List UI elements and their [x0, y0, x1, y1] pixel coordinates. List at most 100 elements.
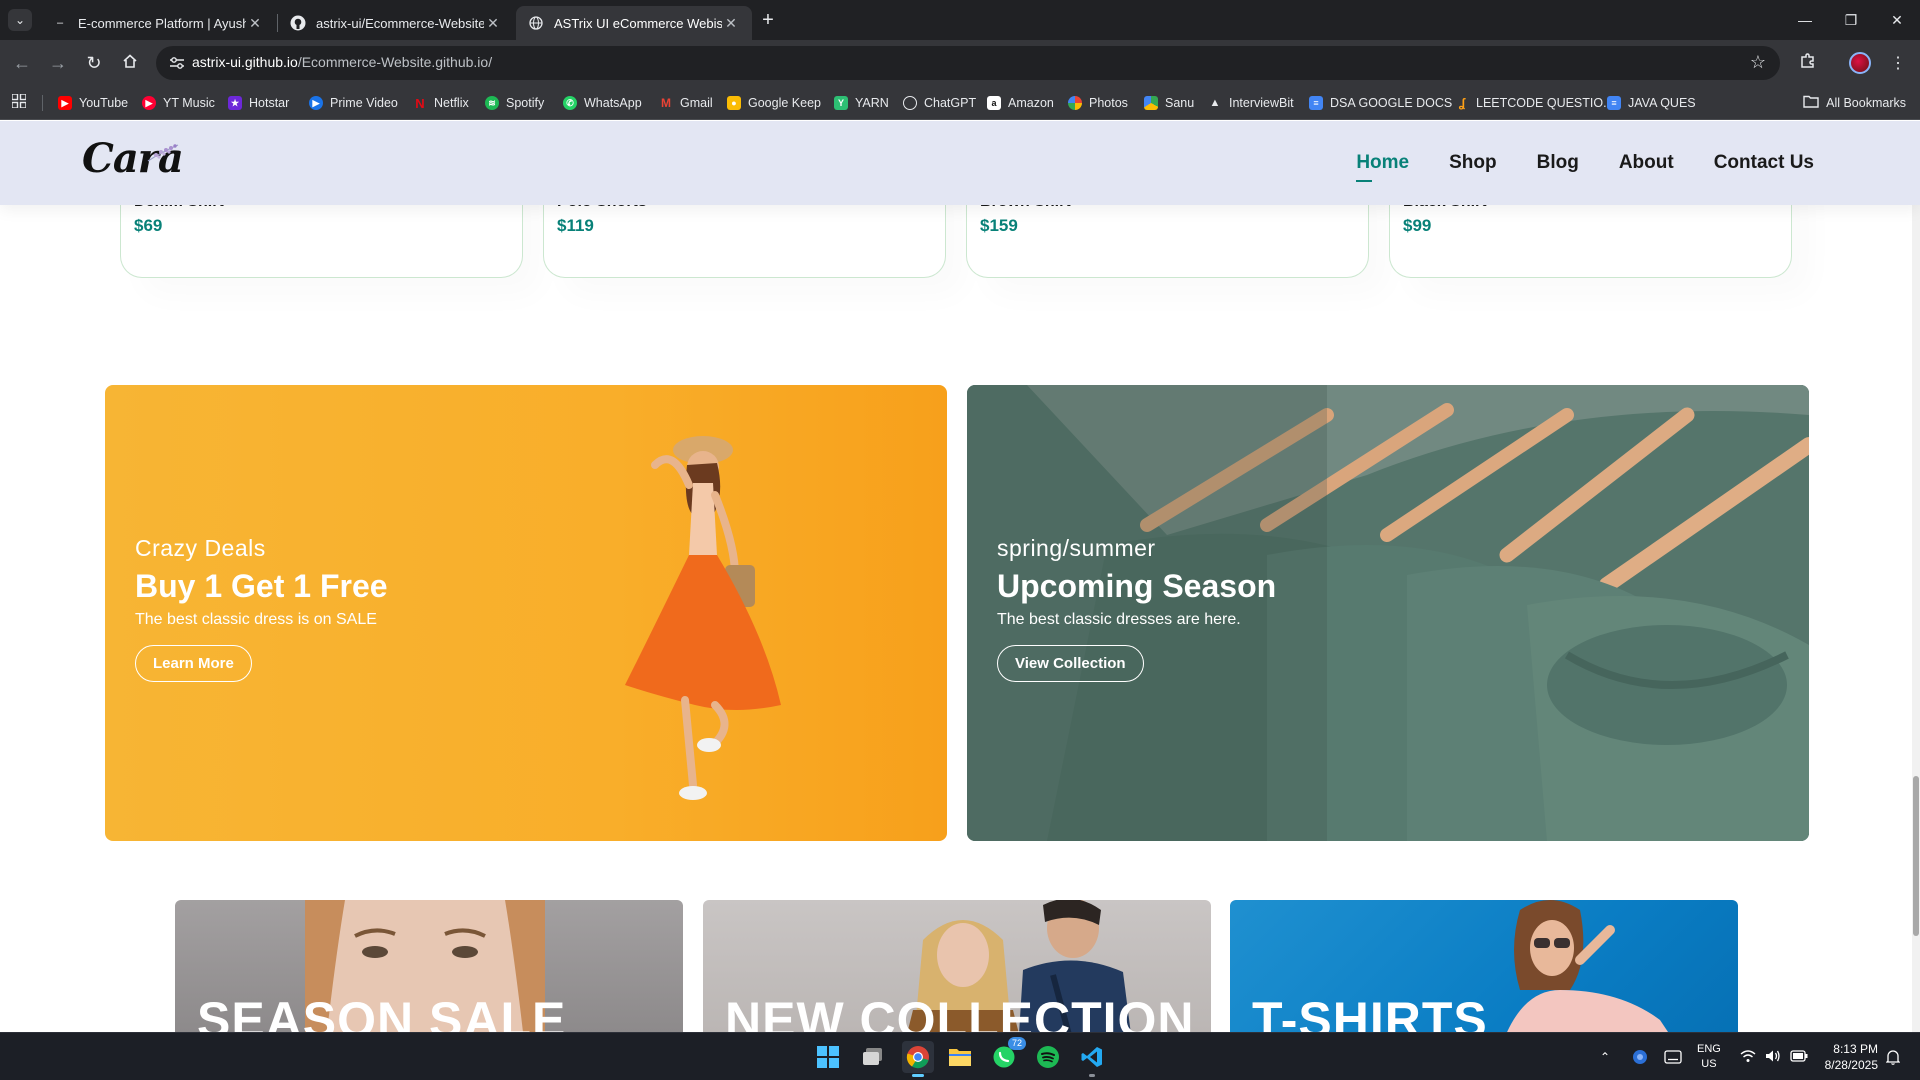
taskbar-vscode[interactable]: [1076, 1041, 1108, 1077]
tab-ecommerce-platform[interactable]: – E-commerce Platform | Ayush S ✕: [40, 6, 276, 40]
gmail-icon: M: [661, 96, 671, 110]
language-indicator[interactable]: ENG US: [1697, 1033, 1721, 1080]
system-clock[interactable]: 8:13 PM 8/28/2025: [1825, 1041, 1878, 1073]
tab-search-button[interactable]: ⌄: [8, 9, 32, 31]
scrollbar-thumb[interactable]: [1913, 776, 1919, 936]
arrow-left-icon: ←: [13, 52, 31, 73]
home-icon: [122, 53, 138, 74]
forward-button[interactable]: →: [44, 49, 72, 77]
show-hidden-icons[interactable]: ⌃: [1600, 1033, 1610, 1080]
bookmark-sanu[interactable]: Sanu: [1144, 86, 1194, 120]
browser-toolbar: ← → ↻ astrix-ui.github.io/Ecommerce-Webs…: [0, 40, 1920, 86]
url-host: astrix-ui.github.io: [192, 54, 298, 70]
nav-blog[interactable]: Blog: [1537, 152, 1579, 174]
notifications-button[interactable]: [1886, 1033, 1900, 1080]
youtube-icon: ▶: [58, 96, 72, 110]
bookmark-gmail[interactable]: M Gmail: [659, 86, 713, 120]
extensions-button[interactable]: [1794, 49, 1822, 77]
google-docs-icon: ≡: [1607, 96, 1621, 110]
mini-banner-title: SEASON SALE: [197, 992, 567, 1032]
folder-icon: [949, 1049, 971, 1066]
notification-badge: 72: [1007, 1037, 1026, 1050]
nav-home[interactable]: Home: [1356, 152, 1409, 182]
tab-github-repo[interactable]: astrix-ui/Ecommerce-Website.g ✕: [278, 6, 514, 40]
menu-button[interactable]: ⋮: [1884, 49, 1912, 77]
taskbar-chrome[interactable]: [902, 1041, 934, 1077]
close-window-button[interactable]: ✕: [1874, 0, 1920, 40]
lavender-sprig-icon: [147, 144, 179, 162]
interviewbit-icon: ▲: [1209, 97, 1221, 109]
address-bar[interactable]: astrix-ui.github.io/Ecommerce-Website.gi…: [156, 46, 1780, 80]
bookmark-yarn[interactable]: Y YARN: [834, 86, 889, 120]
bookmark-interviewbit[interactable]: ▲ InterviewBit: [1208, 86, 1294, 120]
quick-settings[interactable]: [1740, 1033, 1808, 1080]
reload-button[interactable]: ↻: [80, 49, 108, 77]
puzzle-icon: [1799, 52, 1817, 75]
view-collection-button[interactable]: View Collection: [997, 645, 1144, 682]
nav-contact[interactable]: Contact Us: [1714, 152, 1814, 174]
bookmark-google-keep[interactable]: ● Google Keep: [727, 86, 821, 120]
arrow-right-icon: →: [49, 52, 67, 73]
kebab-menu-icon: ⋮: [1890, 55, 1906, 72]
site-info-icon[interactable]: [168, 54, 186, 72]
restore-button[interactable]: ❐: [1828, 0, 1874, 40]
bookmark-prime-video[interactable]: ▶ Prime Video: [309, 86, 398, 120]
bookmark-star-icon[interactable]: ☆: [1750, 52, 1766, 73]
close-tab-icon[interactable]: ✕: [484, 15, 502, 32]
bookmark-hotstar[interactable]: ★ Hotstar: [228, 86, 289, 120]
profile-button[interactable]: [1846, 49, 1874, 77]
learn-more-button[interactable]: Learn More: [135, 645, 252, 682]
taskbar-file-explorer[interactable]: [944, 1041, 976, 1073]
globe-icon: [528, 15, 544, 31]
bookmark-whatsapp[interactable]: ✆ WhatsApp: [563, 86, 642, 120]
touch-keyboard-button[interactable]: [1664, 1033, 1682, 1080]
close-tab-icon[interactable]: ✕: [246, 15, 264, 32]
bookmark-leetcode[interactable]: ʆ LEETCODE QUESTIO...: [1455, 86, 1614, 120]
bookmarks-bar: ▶ YouTube ▶ YT Music ★ Hotstar ▶ Prime Video…: [0, 86, 1920, 120]
apps-grid-icon[interactable]: [11, 93, 27, 111]
bookmark-chatgpt[interactable]: ChatGPT: [903, 86, 976, 120]
site-header: Cara Home Shop Blog About Contact Us: [0, 121, 1920, 205]
page-scrollbar[interactable]: [1912, 121, 1920, 1032]
bookmark-youtube[interactable]: ▶ YouTube: [58, 86, 128, 120]
google-keep-icon: ●: [727, 96, 741, 110]
nav-about[interactable]: About: [1619, 152, 1674, 174]
close-icon: ✕: [1891, 11, 1903, 28]
tab-astrix-ecommerce[interactable]: ASTrix UI eCommerce Webiste ✕: [516, 6, 752, 40]
url-text[interactable]: astrix-ui.github.io/Ecommerce-Website.gi…: [192, 54, 492, 70]
spotify-icon: ≋: [485, 96, 499, 110]
home-button[interactable]: [116, 49, 144, 77]
chatgpt-icon: [903, 96, 917, 110]
taskbar-spotify[interactable]: [1032, 1041, 1064, 1073]
main-nav: Home Shop Blog About Contact Us: [1356, 121, 1814, 205]
minimize-button[interactable]: —: [1782, 0, 1828, 40]
banner-title: Buy 1 Get 1 Free: [135, 568, 388, 604]
new-tab-button[interactable]: +: [756, 8, 780, 32]
task-view-button[interactable]: [857, 1041, 889, 1073]
bookmark-java-ques[interactable]: ≡ JAVA QUES: [1607, 86, 1696, 120]
bookmark-dsa-docs[interactable]: ≡ DSA GOOGLE DOCS: [1309, 86, 1452, 120]
drive-icon: [1144, 96, 1158, 110]
start-button[interactable]: [812, 1041, 844, 1073]
volume-icon: [1765, 1049, 1781, 1066]
url-path: /Ecommerce-Website.github.io/: [297, 54, 493, 70]
bookmark-yt-music[interactable]: ▶ YT Music: [142, 86, 215, 120]
leetcode-icon: ʆ: [1458, 96, 1466, 110]
bookmark-spotify[interactable]: ≋ Spotify: [485, 86, 544, 120]
nav-shop[interactable]: Shop: [1449, 152, 1497, 174]
season-banner: spring/summer Upcoming Season The best c…: [967, 385, 1809, 841]
bookmark-amazon[interactable]: a Amazon: [987, 86, 1054, 120]
whatsapp-icon: ✆: [563, 96, 577, 110]
woman-sunglasses-image: [1507, 900, 1668, 1032]
taskbar-whatsapp[interactable]: 72: [988, 1037, 1026, 1073]
close-tab-icon[interactable]: ✕: [722, 15, 740, 32]
bookmark-divider: [42, 95, 43, 111]
back-button[interactable]: ←: [8, 49, 36, 77]
amazon-icon: a: [987, 96, 1001, 110]
bookmark-photos[interactable]: Photos: [1068, 86, 1128, 120]
banner-description: The best classic dresses are here.: [997, 611, 1241, 628]
bookmark-netflix[interactable]: N Netflix: [413, 86, 468, 120]
tray-app[interactable]: [1632, 1033, 1648, 1080]
all-bookmarks-button[interactable]: All Bookmarks: [1803, 86, 1906, 120]
chevron-up-icon: ⌃: [1600, 1050, 1611, 1064]
